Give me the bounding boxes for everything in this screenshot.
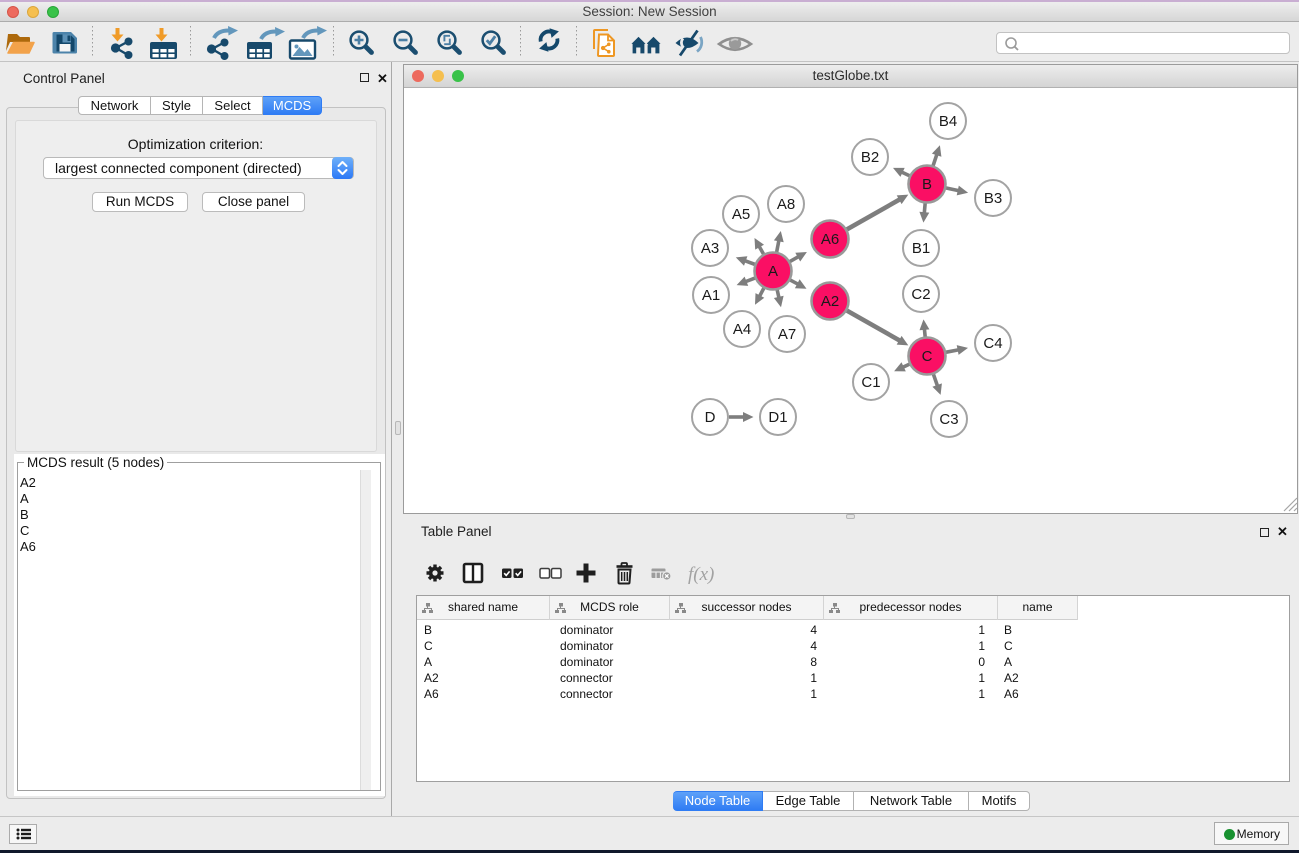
svg-text:A4: A4: [733, 321, 751, 338]
svg-text:A8: A8: [777, 196, 795, 213]
svg-text:B3: B3: [984, 190, 1002, 207]
svg-text:D: D: [705, 409, 716, 426]
svg-text:A7: A7: [778, 326, 796, 343]
svg-text:D1: D1: [768, 409, 787, 426]
svg-text:B: B: [922, 176, 932, 193]
svg-text:f(x): f(x): [688, 564, 714, 585]
svg-text:B1: B1: [912, 240, 930, 257]
svg-text:C: C: [922, 348, 933, 365]
svg-text:C4: C4: [983, 335, 1002, 352]
svg-text:B4: B4: [939, 113, 957, 130]
svg-text:C1: C1: [861, 374, 880, 391]
svg-text:A1: A1: [702, 287, 720, 304]
svg-text:B2: B2: [861, 149, 879, 166]
svg-text:C3: C3: [939, 411, 958, 428]
svg-text:A2: A2: [821, 293, 839, 310]
svg-text:A5: A5: [732, 206, 750, 223]
svg-text:A3: A3: [701, 240, 719, 257]
svg-text:A6: A6: [821, 231, 839, 248]
svg-text:C2: C2: [911, 286, 930, 303]
svg-text:A: A: [768, 263, 778, 280]
